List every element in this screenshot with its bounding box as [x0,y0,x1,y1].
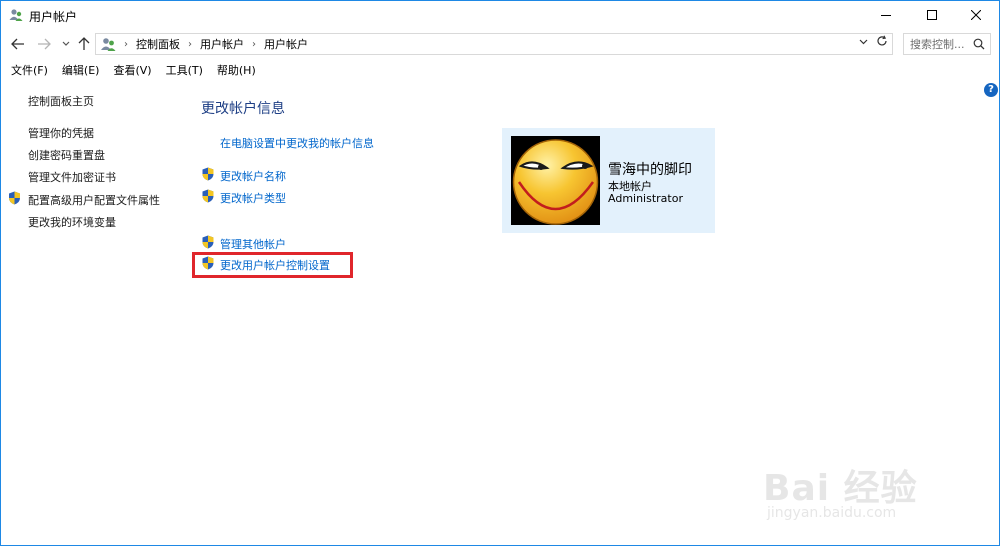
address-bar[interactable]: › 控制面板 › 用户帐户 › 用户帐户 [95,33,893,55]
user-accounts-icon [101,38,116,51]
smiley-face-icon [511,136,600,225]
sidebar-item-environment-variables[interactable]: 更改我的环境变量 [28,214,116,230]
breadcrumb-control-panel[interactable]: 控制面板 [136,36,180,52]
back-button[interactable] [9,35,27,53]
breadcrumb-user-accounts-current[interactable]: 用户帐户 [264,36,308,52]
arrow-up-icon [78,37,90,50]
arrow-left-icon [11,38,24,50]
control-panel-window: 用户帐户 › 控制面板 › 用户帐户 › 用户帐户 搜索控制... 文件(F) … [0,0,1000,546]
account-name: 雪海中的脚印 [608,162,692,178]
chevron-down-icon [62,41,70,46]
menu-bar: 文件(F) 编辑(E) 查看(V) 工具(T) 帮助(H) [1,61,999,81]
search-box[interactable] [903,33,991,55]
uac-shield-icon [9,191,20,205]
uac-shield-icon [202,189,214,203]
minimize-icon [881,15,891,16]
search-icon [973,38,985,50]
window-title: 用户帐户 [29,10,78,24]
breadcrumb-user-accounts[interactable]: 用户帐户 [200,36,244,52]
sidebar-item-password-reset-disk[interactable]: 创建密码重置盘 [28,147,105,163]
page-title: 更改帐户信息 [201,101,285,117]
breadcrumb-separator: › [188,38,192,50]
minimize-button[interactable] [863,1,909,29]
chevron-down-icon [859,39,868,45]
maximize-icon [927,10,937,20]
change-account-type-link[interactable]: 更改帐户类型 [220,190,286,206]
watermark-logo-text: Bai 经验 [763,468,918,509]
breadcrumb-separator: › [124,38,128,50]
sidebar-item-manage-credentials[interactable]: 管理你的凭据 [28,125,94,141]
up-button[interactable] [75,35,93,53]
menu-view[interactable]: 查看(V) [113,61,151,81]
highlight-box [192,252,353,278]
close-icon [971,10,981,20]
menu-tools[interactable]: 工具(T) [166,61,203,81]
navigation-bar: › 控制面板 › 用户帐户 › 用户帐户 [1,31,999,57]
control-panel-home-link[interactable]: 控制面板主页 [28,93,94,109]
address-dropdown-button[interactable] [859,37,868,48]
search-input[interactable] [910,37,974,51]
recent-locations-button[interactable] [57,35,75,53]
breadcrumb-separator: › [252,38,256,50]
refresh-button[interactable] [876,35,888,51]
uac-shield-icon [202,235,214,249]
sidebar-item-encryption-certificates[interactable]: 管理文件加密证书 [28,169,116,185]
forward-button[interactable] [35,35,53,53]
user-accounts-icon [9,9,23,21]
title-bar: 用户帐户 [1,1,999,29]
change-account-name-link[interactable]: 更改帐户名称 [220,168,286,184]
manage-other-accounts-link[interactable]: 管理其他帐户 [220,236,286,252]
menu-file[interactable]: 文件(F) [11,61,48,81]
watermark-url: jingyan.baidu.com [767,505,897,521]
avatar[interactable] [511,136,600,225]
sidebar-item-advanced-profile-properties[interactable]: 配置高级用户配置文件属性 [28,192,160,208]
maximize-button[interactable] [909,1,955,29]
account-role: Administrator [608,192,683,205]
menu-edit[interactable]: 编辑(E) [62,61,100,81]
baidu-watermark: Bai 经验 jingyan.baidu.com [763,439,953,529]
account-card: 雪海中的脚印 本地帐户 Administrator [502,128,715,233]
refresh-icon [877,35,887,46]
menu-help[interactable]: 帮助(H) [217,61,256,81]
close-button[interactable] [953,1,999,29]
arrow-right-icon [38,38,51,50]
pc-settings-account-link[interactable]: 在电脑设置中更改我的帐户信息 [220,135,374,151]
help-icon[interactable]: ? [984,83,998,97]
uac-shield-icon [202,167,214,181]
